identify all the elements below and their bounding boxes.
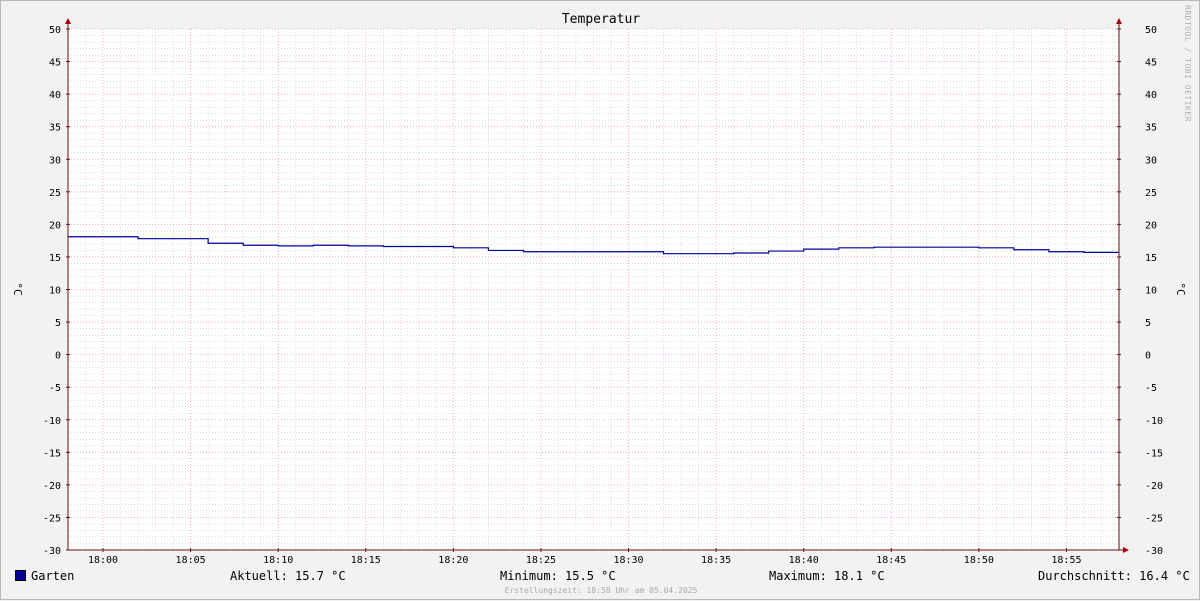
legend-series-name: Garten	[31, 569, 75, 583]
y-tick-label-left: -25	[43, 513, 61, 524]
legend-maximum: Maximum: 18.1 °C	[769, 569, 885, 583]
x-tick-label: 18:10	[263, 555, 293, 566]
legend-aktuell: Aktuell: 15.7 °C	[230, 569, 346, 583]
legend-durchschnitt: Durchschnitt: 16.4 °C	[1038, 569, 1190, 583]
x-tick-label: 18:00	[88, 555, 118, 566]
y-tick-label-left: 30	[49, 155, 61, 166]
y-tick-label-right: 40	[1145, 90, 1157, 101]
y-tick-label-right: 0	[1145, 351, 1151, 362]
y-tick-label-left: 0	[55, 351, 61, 362]
y-tick-label-right: -5	[1145, 383, 1157, 394]
y-tick-label-right: -10	[1145, 416, 1163, 427]
y-tick-label-right: 25	[1145, 188, 1157, 199]
y-tick-label-right: 45	[1145, 58, 1157, 69]
y-tick-label-right: 30	[1145, 155, 1157, 166]
x-tick-label: 18:30	[613, 555, 643, 566]
temperature-chart: 50 5045 4540 4035 3530 3025 2520 2015 1510 105 50 0…	[11, 18, 1187, 566]
rrdtool-watermark: RRDTOOL / TOBI OETIKER	[1183, 5, 1192, 122]
chart-title: Temperatur	[561, 12, 641, 27]
y-tick-label-left: 20	[49, 220, 61, 231]
y-tick-label-right: 15	[1145, 253, 1157, 264]
y-tick-label-left: -10	[43, 416, 61, 427]
y-axis-label-left: °C	[11, 282, 24, 295]
y-tick-label-left: 40	[49, 90, 61, 101]
x-tick-label: 18:20	[438, 555, 468, 566]
y-tick-label-left: -20	[43, 481, 61, 492]
y-tick-label-left: -5	[49, 383, 61, 394]
legend-minimum: Minimum: 15.5 °C	[500, 569, 616, 583]
x-tick-label: 18:50	[964, 555, 994, 566]
y-tick-label-left: 25	[49, 188, 61, 199]
x-tick-label: 18:55	[1051, 555, 1081, 566]
y-tick-label-left: 45	[49, 58, 61, 69]
x-tick-label: 18:15	[351, 555, 381, 566]
y-tick-label-left: 15	[49, 253, 61, 264]
x-axis-arrow	[1123, 547, 1129, 553]
y-tick-label-right: -30	[1145, 546, 1163, 557]
y-tick-label-left: -30	[43, 546, 61, 557]
y-tick-label-left: -15	[43, 448, 61, 459]
y-tick-label-right: 10	[1145, 286, 1157, 297]
x-tick-label: 18:45	[876, 555, 906, 566]
x-tick-label: 18:05	[176, 555, 206, 566]
y-tick-label-left: 5	[55, 318, 61, 329]
y-tick-label-right: 5	[1145, 318, 1151, 329]
y-tick-label-right: -15	[1145, 448, 1163, 459]
y-tick-label-right: -20	[1145, 481, 1163, 492]
x-tick-label: 18:35	[701, 555, 731, 566]
y-axis-label-right: °C	[1174, 282, 1187, 295]
y-tick-label-right: 35	[1145, 123, 1157, 134]
x-tick-label: 18:25	[526, 555, 556, 566]
legend-swatch-garten	[15, 570, 26, 581]
creation-time-footer: Erstellungszeit: 18:58 Uhr am 05.04.2025	[504, 586, 698, 595]
y-tick-label-right: 20	[1145, 220, 1157, 231]
graph-window: 50 50 45 45 40 40 35 35 30 30 25 25 20 20 15 15 10 10 5 5 0 0…	[0, 0, 1200, 600]
y-tick-label-right: -25	[1145, 513, 1163, 524]
y-tick-label-left: 10	[49, 286, 61, 297]
y-tick-label-left: 35	[49, 123, 61, 134]
x-tick-label: 18:40	[789, 555, 819, 566]
